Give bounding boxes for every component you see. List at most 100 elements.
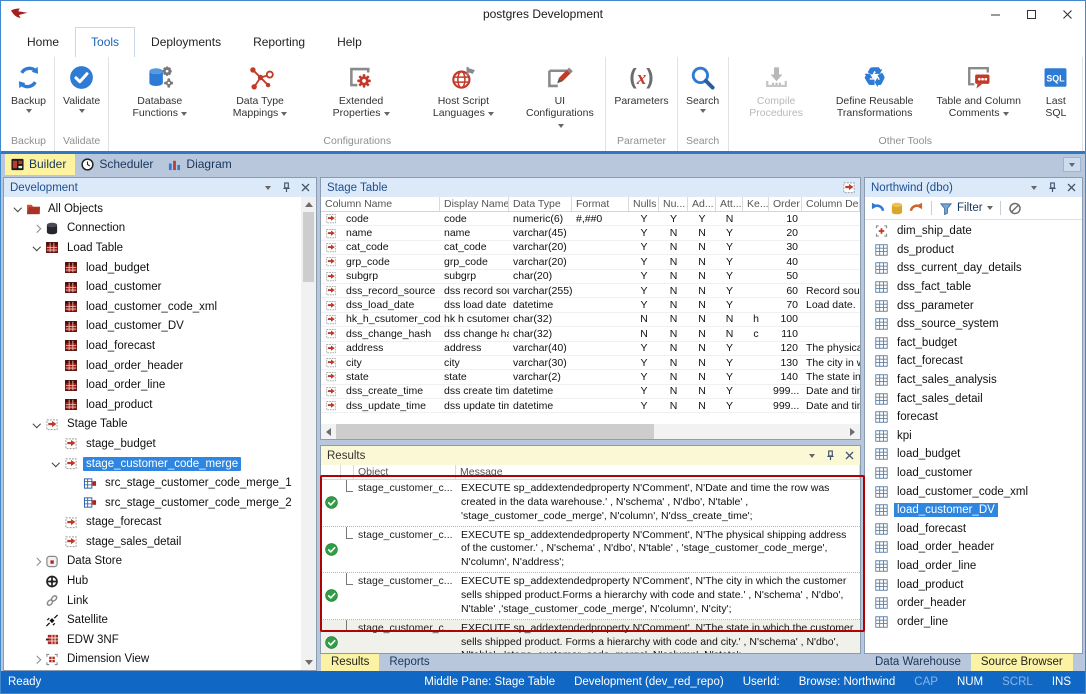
stage-column-row[interactable]: code code numeric(6) #,##0 Y Y Y N 10 (321, 212, 860, 226)
menu-item[interactable]: Tools (75, 27, 135, 57)
source-table-item[interactable]: fact_sales_analysis (865, 371, 1082, 390)
source-table-item[interactable]: fact_budget (865, 334, 1082, 353)
tree-item[interactable]: Link (4, 591, 316, 611)
source-table-item[interactable]: order_header (865, 594, 1082, 613)
view-tab[interactable]: Builder (5, 154, 75, 175)
source-table-item[interactable]: load_product (865, 575, 1082, 594)
maximize-button[interactable] (1013, 1, 1049, 27)
result-row[interactable]: stage_customer_c... EXECUTE sp_addextend… (321, 480, 860, 527)
stage-column-row[interactable]: state state varchar(2) Y N N Y 140 The (321, 370, 860, 384)
tree-item[interactable]: Stage Table (4, 415, 316, 435)
column-header[interactable]: Format (572, 197, 629, 211)
tree-item[interactable]: Data Store (4, 552, 316, 572)
pin-icon[interactable] (280, 182, 293, 193)
tree-item[interactable]: load_order_line (4, 375, 316, 395)
filter-button[interactable]: Filter (939, 202, 993, 215)
expander-icon[interactable] (29, 226, 44, 232)
column-header[interactable]: Nu... (659, 197, 688, 211)
ribbon-button[interactable]: Validate (56, 58, 107, 135)
horizontal-scrollbar[interactable] (321, 424, 860, 439)
column-header[interactable]: Column Name (321, 197, 440, 211)
stage-column-row[interactable]: hk_h_csutomer_code hk h csutomer ... cha… (321, 313, 860, 327)
tree-item[interactable]: Hub (4, 571, 316, 591)
pin-icon[interactable] (1046, 182, 1059, 193)
ribbon-button[interactable]: Data Type Mappings (209, 58, 310, 135)
menu-item[interactable]: Reporting (237, 27, 321, 57)
tree-item[interactable]: Dimension (4, 669, 316, 670)
panel-close-button[interactable] (299, 183, 312, 192)
bottom-tab[interactable]: Source Browser (971, 654, 1073, 671)
stage-column-row[interactable]: address address varchar(40) Y N N Y 120 (321, 342, 860, 356)
expander-icon[interactable] (29, 246, 44, 250)
source-table-item[interactable]: dss_fact_table (865, 278, 1082, 297)
tree-item[interactable]: load_customer_DV (4, 317, 316, 337)
tree-item[interactable]: load_customer (4, 277, 316, 297)
tree-item[interactable]: Satellite (4, 610, 316, 630)
stage-column-row[interactable]: name name varchar(45) Y N N Y 20 (321, 226, 860, 240)
source-table-item[interactable]: forecast (865, 408, 1082, 427)
bottom-tab[interactable]: Reports (379, 654, 439, 671)
tree-item[interactable]: load_order_header (4, 356, 316, 376)
ribbon-button[interactable]: UI Configurations (515, 58, 604, 135)
close-button[interactable] (1049, 1, 1085, 27)
stage-column-row[interactable]: dss_record_source dss record sou... varc… (321, 284, 860, 298)
stage-column-row[interactable]: subgrp subgrp char(20) Y N N Y 50 (321, 270, 860, 284)
refresh-target-button[interactable] (909, 202, 924, 215)
tree-item[interactable]: load_budget (4, 258, 316, 278)
expander-icon[interactable] (29, 657, 44, 663)
source-table-item[interactable]: dim_ship_date (865, 222, 1082, 241)
source-table-item[interactable]: dss_parameter (865, 296, 1082, 315)
tree-item[interactable]: Connection (4, 219, 316, 239)
panel-dropdown-button[interactable] (261, 186, 274, 190)
tree-item[interactable]: src_stage_customer_code_merge_1 (4, 473, 316, 493)
column-header[interactable]: Data Type (509, 197, 572, 211)
result-row[interactable]: stage_customer_c... EXECUTE sp_addextend… (321, 620, 860, 653)
view-tab[interactable]: Diagram (162, 154, 240, 175)
tree-item[interactable]: load_customer_code_xml (4, 297, 316, 317)
source-table-item[interactable]: load_customer_code_xml (865, 482, 1082, 501)
source-table-item[interactable]: dss_source_system (865, 315, 1082, 334)
column-header[interactable]: Message (456, 465, 860, 479)
stage-column-row[interactable]: dss_create_time dss create time datetime… (321, 385, 860, 399)
source-table-item[interactable]: load_order_header (865, 538, 1082, 557)
source-table-item[interactable]: fact_sales_detail (865, 389, 1082, 408)
ribbon-button[interactable]: Backup (4, 58, 53, 135)
tree-item[interactable]: stage_budget (4, 434, 316, 454)
tree-item[interactable]: src_stage_customer_code_merge_2 (4, 493, 316, 513)
result-row[interactable]: stage_customer_c... EXECUTE sp_addextend… (321, 573, 860, 620)
expander-icon[interactable] (48, 462, 63, 466)
bottom-tab[interactable]: Data Warehouse (865, 654, 971, 671)
tree-scrollbar[interactable] (301, 197, 316, 670)
source-table-item[interactable]: order_line (865, 612, 1082, 631)
expander-icon[interactable] (29, 559, 44, 565)
ribbon-button[interactable]: Host Script Languages (411, 58, 515, 135)
ribbon-button[interactable]: ♻ Define Reusable Transformations (823, 58, 927, 135)
panel-dropdown-button[interactable] (1027, 186, 1040, 190)
column-header[interactable]: Nulls (629, 197, 659, 211)
column-header[interactable]: Att... (716, 197, 743, 211)
tree-item[interactable]: All Objects (4, 199, 316, 219)
stage-column-row[interactable]: cat_code cat_code varchar(20) Y N N Y 30 (321, 241, 860, 255)
ribbon-button[interactable]: Database Functions (110, 58, 209, 135)
database-browse-button[interactable] (890, 202, 904, 215)
minimize-button[interactable] (977, 1, 1013, 27)
ribbon-button[interactable]: SQL Last SQL (1031, 58, 1081, 135)
column-header[interactable]: Ke... (743, 197, 769, 211)
source-table-item[interactable]: ds_product (865, 241, 1082, 260)
panel-dropdown-button[interactable] (805, 454, 818, 458)
source-table-item[interactable]: load_customer_DV (865, 501, 1082, 520)
menu-item[interactable]: Deployments (135, 27, 237, 57)
stage-column-row[interactable]: grp_code grp_code varchar(20) Y N N Y 40 (321, 255, 860, 269)
source-table-item[interactable]: load_budget (865, 445, 1082, 464)
tree-item[interactable]: load_forecast (4, 336, 316, 356)
stage-column-row[interactable]: dss_load_date dss load date datetime Y N… (321, 298, 860, 312)
tree-item[interactable]: load_product (4, 395, 316, 415)
source-table-item[interactable]: load_order_line (865, 557, 1082, 576)
source-table-item[interactable]: dss_current_day_details (865, 259, 1082, 278)
expander-icon[interactable] (29, 423, 44, 427)
expander-icon[interactable] (10, 207, 25, 211)
column-header[interactable]: Order (769, 197, 802, 211)
tree-item[interactable]: stage_forecast (4, 513, 316, 533)
stage-column-row[interactable]: dss_change_hash dss change hash char(32)… (321, 327, 860, 341)
stage-column-row[interactable]: dss_update_time dss update time datetime… (321, 399, 860, 413)
